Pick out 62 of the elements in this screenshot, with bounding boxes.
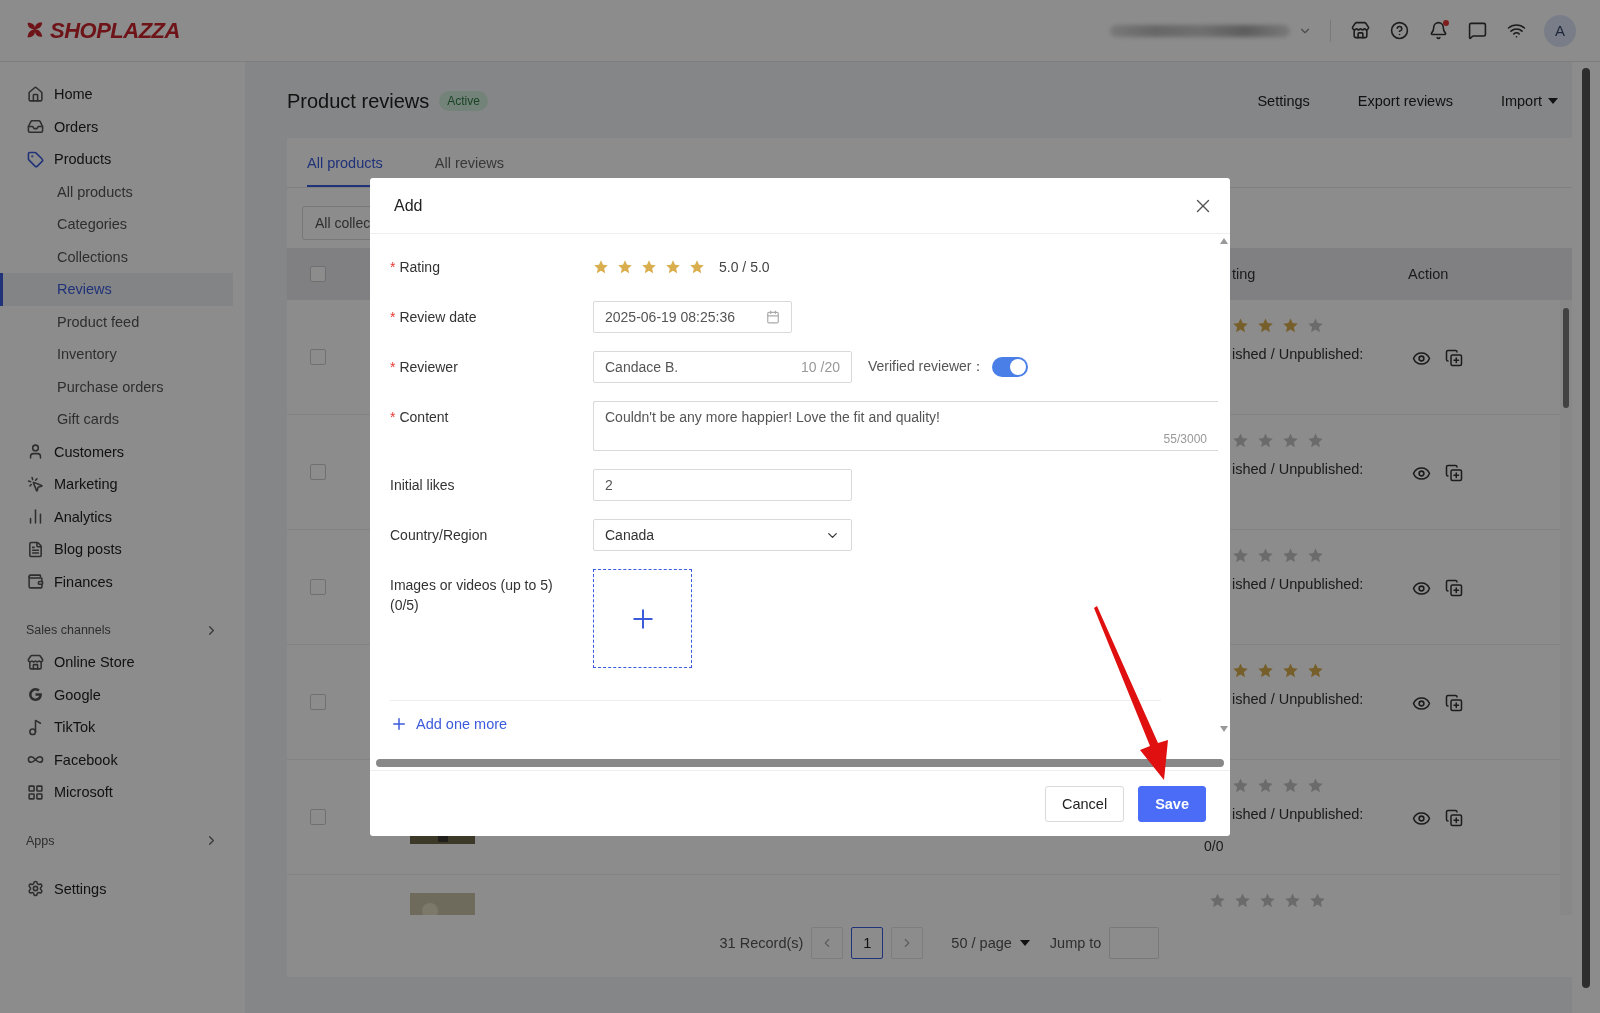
text-area[interactable]: Couldn't be any more happier! Love the fit and quality! 55/3000 — [593, 401, 1218, 451]
sidebar-subitem[interactable]: All products — [0, 175, 233, 208]
publish-status: ished / Unpublished: — [1232, 576, 1364, 592]
page-title: Product reviews — [287, 89, 430, 113]
sidebar-item[interactable]: Google — [0, 678, 233, 711]
publish-status: ished / Unpublished: — [1232, 806, 1364, 822]
field-label: * Content — [390, 409, 450, 425]
sidebar-section[interactable]: Apps — [26, 833, 55, 848]
sidebar-subitem[interactable]: Product feed — [0, 305, 233, 338]
sidebar-item[interactable]: Settings — [0, 872, 233, 905]
sidebar-subitem[interactable]: Reviews — [0, 273, 233, 306]
jump-label: Jump to — [1049, 935, 1102, 951]
sidebar-item[interactable]: Online Store — [0, 646, 233, 679]
upload-count: (0/5) — [390, 597, 420, 613]
sidebar-item[interactable]: Analytics — [0, 500, 233, 533]
sidebar-section[interactable]: Sales channels — [26, 623, 111, 637]
toggle-label: Verified reviewer： — [868, 358, 986, 376]
sidebar-item[interactable]: Orders — [0, 110, 233, 143]
page-size-select[interactable]: 50 / page — [951, 935, 1030, 951]
sidebar-item[interactable]: Marketing — [0, 468, 233, 501]
sidebar-subitem[interactable]: Gift cards — [0, 403, 233, 436]
sidebar-subitem[interactable]: Categories — [0, 208, 233, 241]
import-button[interactable]: Import — [1500, 93, 1558, 109]
sidebar-item[interactable]: Blog posts — [0, 533, 233, 566]
sidebar-subitem[interactable]: Purchase orders — [0, 370, 233, 403]
sidebar-item[interactable]: TikTok — [0, 711, 233, 744]
avatar[interactable]: A — [1544, 14, 1576, 47]
field-label: * Review date — [390, 309, 478, 325]
text-field[interactable]: 2 — [593, 469, 852, 501]
field-label: Country/Region — [390, 527, 489, 543]
field-label: * Rating — [390, 259, 441, 275]
status-badge: Active — [439, 91, 488, 111]
publish-status: ished / Unpublished: — [1232, 691, 1364, 707]
page-button[interactable]: 1 — [851, 927, 884, 959]
sidebar-item[interactable]: Microsoft — [0, 776, 233, 809]
publish-status: ished / Unpublished: — [1232, 461, 1364, 477]
header-link[interactable]: Settings — [1257, 93, 1310, 109]
column-header: ting — [1232, 266, 1256, 282]
column-header: Action — [1408, 266, 1450, 282]
save-button[interactable]: Save — [1138, 785, 1206, 822]
dialog-title: Add — [394, 196, 423, 215]
sidebar-item[interactable]: Finances — [0, 565, 233, 598]
date-field[interactable]: 2025-06-19 08:25:36 — [593, 301, 792, 333]
publish-status: ished / Unpublished: — [1232, 346, 1364, 362]
add-more-link[interactable]: Add one more — [390, 715, 508, 733]
sidebar-item[interactable]: Products — [0, 143, 233, 176]
sidebar-subitem[interactable]: Collections — [0, 240, 233, 273]
cancel-button[interactable]: Cancel — [1045, 785, 1125, 822]
likes-count: 0/0 — [1204, 838, 1224, 854]
sidebar-item[interactable]: Facebook — [0, 743, 233, 776]
sidebar-item[interactable]: Customers — [0, 435, 233, 468]
record-count: 31 Record(s) — [719, 935, 804, 951]
field-label: * Reviewer — [390, 359, 459, 375]
text-field[interactable]: Candace B. 10 /20 — [593, 351, 852, 383]
field-label: Images or videos (up to 5) — [390, 577, 554, 593]
select-field[interactable]: Canada — [593, 519, 852, 551]
header-link[interactable]: Export reviews — [1357, 93, 1453, 109]
logo-text: SHOPLAZZA — [50, 17, 180, 44]
sidebar-item[interactable]: Home — [0, 78, 233, 111]
field-label: Initial likes — [390, 477, 456, 493]
rating-value: 5.0 / 5.0 — [719, 259, 770, 275]
sidebar-subitem[interactable]: Inventory — [0, 338, 233, 371]
